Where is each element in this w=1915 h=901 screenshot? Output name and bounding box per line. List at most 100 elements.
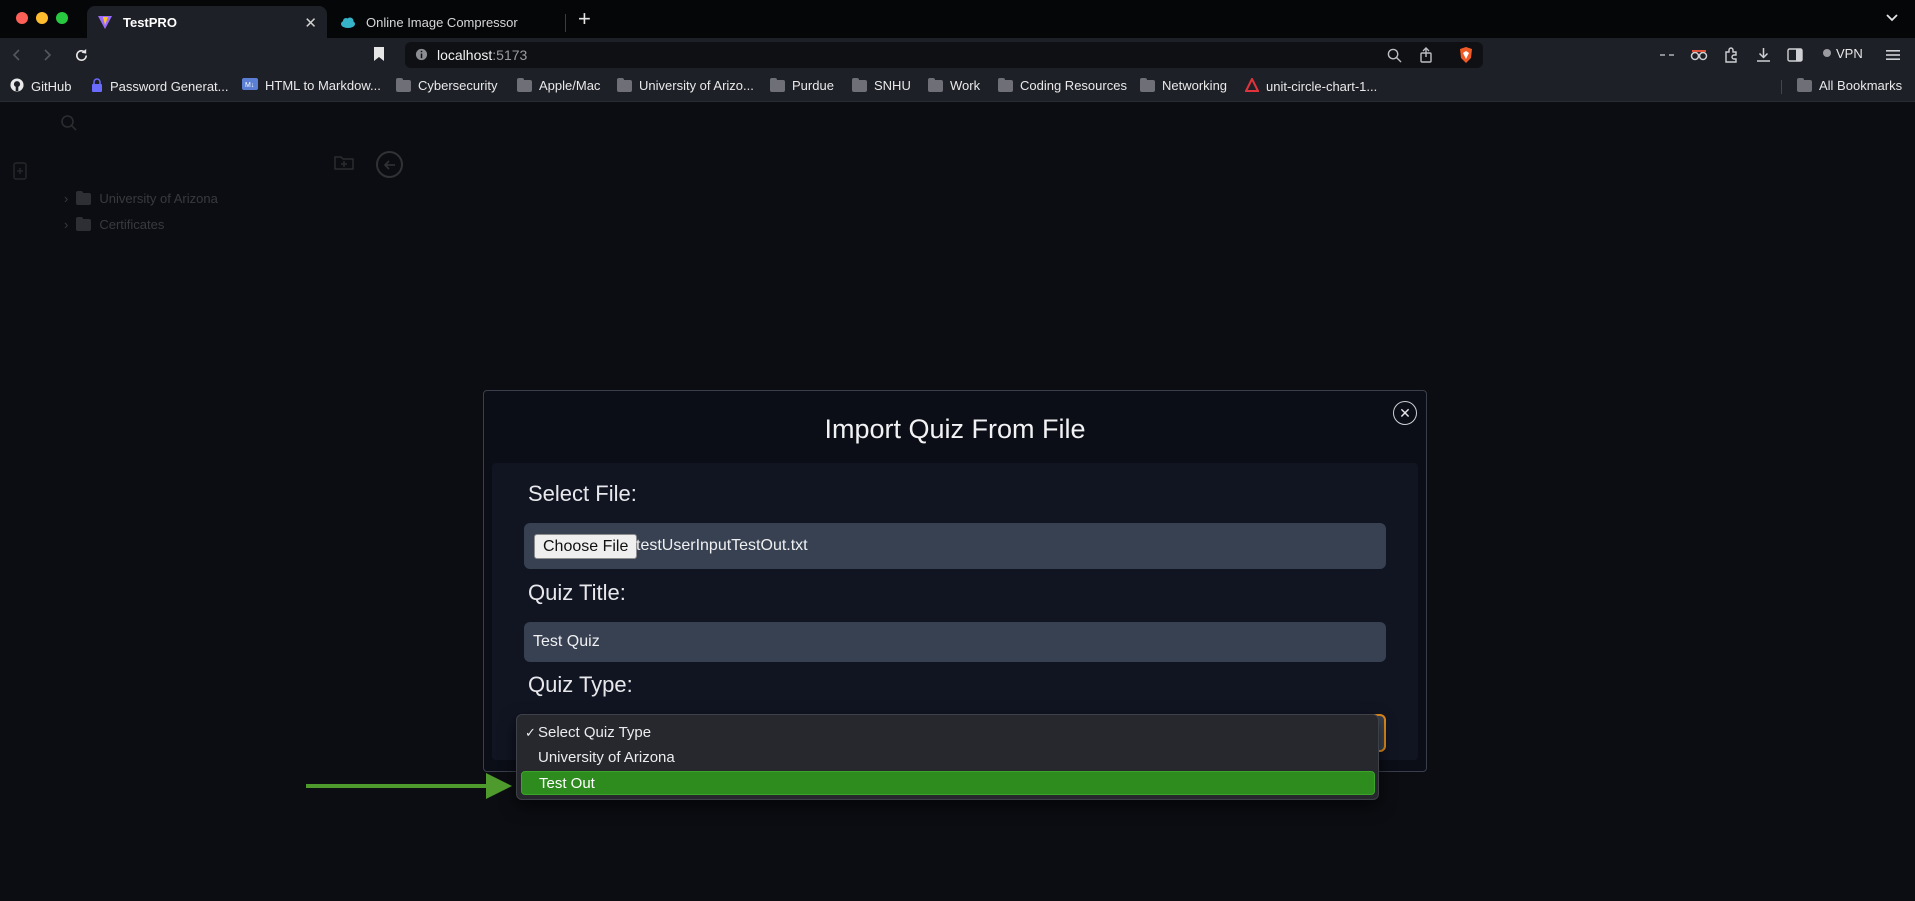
quiz-title-value: Test Quiz [533, 633, 600, 650]
bookmark-unit-circle-chart[interactable]: unit-circle-chart-1... [1244, 76, 1377, 95]
select-file-label: Select File: [528, 481, 637, 506]
tab-bar: TestPRO ✕ Online Image Compressor + [0, 0, 1915, 38]
vpn-button[interactable]: VPN [1822, 46, 1863, 61]
folder-icon [396, 77, 411, 92]
tab-title: Online Image Compressor [366, 14, 518, 30]
checkmark-icon: ✓ [525, 725, 536, 740]
download-icon[interactable] [1754, 46, 1772, 64]
quiz-type-label: Quiz Type: [528, 672, 633, 697]
reload-icon[interactable] [72, 46, 90, 64]
svg-text:M↓: M↓ [245, 82, 254, 89]
choose-file-button[interactable]: Choose File [534, 534, 638, 559]
new-folder-icon [334, 154, 354, 175]
bookmark-label: Networking [1162, 78, 1228, 93]
bookmark-purdue[interactable]: Purdue [770, 77, 834, 93]
bookmark-coding-resources[interactable]: Coding Resources [998, 77, 1127, 93]
folder-icon [852, 77, 867, 92]
extension-toggle-icon[interactable] [1658, 46, 1676, 64]
folder-icon [770, 77, 785, 92]
tree-item: › Certificates [64, 216, 165, 232]
tab-title: TestPRO [123, 14, 177, 30]
search-icon [60, 114, 78, 137]
folder-icon [1797, 77, 1812, 92]
tree-item-label: University of Arizona [99, 191, 218, 206]
menu-icon[interactable] [1884, 46, 1902, 64]
address-bar[interactable]: localhost:5173 [405, 42, 1483, 68]
github-icon [10, 78, 24, 95]
brave-shield-icon[interactable] [1457, 46, 1475, 64]
bookmarks-bar: GitHub Password Generat... M↓ HTML to Ma… [0, 72, 1915, 102]
bookmark-label: University of Arizo... [639, 78, 754, 93]
bookmark-label: Password Generat... [110, 79, 229, 94]
option-label: Test Out [539, 775, 595, 792]
forward-arrow-icon[interactable] [38, 46, 56, 64]
quiz-type-option-select[interactable]: ✓ Select Quiz Type [521, 721, 1375, 745]
document-icon [12, 162, 28, 185]
puzzle-extensions-icon[interactable] [1722, 46, 1740, 64]
folder-icon [998, 77, 1013, 92]
annotation-arrow-icon [486, 773, 512, 799]
back-circle-icon [376, 151, 403, 178]
glasses-icon[interactable] [1690, 46, 1708, 64]
url-text: localhost:5173 [437, 47, 528, 63]
zoom-icon[interactable] [1385, 46, 1403, 64]
tab-testpro[interactable]: TestPRO ✕ [87, 6, 327, 38]
new-tab-button[interactable]: + [578, 8, 591, 30]
bookmark-password-generator[interactable]: Password Generat... [91, 78, 229, 95]
close-tab-icon[interactable]: ✕ [304, 14, 317, 32]
vite-logo-icon [97, 14, 113, 30]
tree-item: › University of Arizona [64, 190, 218, 206]
chevron-down-icon[interactable] [1885, 10, 1899, 29]
back-arrow-icon[interactable] [8, 46, 26, 64]
bookmark-snhu[interactable]: SNHU [852, 77, 911, 93]
bookmark-html-to-markdown[interactable]: M↓ HTML to Markdow... [242, 78, 381, 93]
maximize-window-button[interactable] [56, 12, 68, 24]
bookmark-label: Apple/Mac [539, 78, 601, 93]
bookmark-label: Work [950, 78, 981, 93]
vpn-status-icon [1822, 46, 1832, 61]
sidebar-toggle-icon[interactable] [1786, 46, 1804, 64]
bookmark-label: Cybersecurity [418, 78, 498, 93]
share-icon[interactable] [1417, 46, 1435, 64]
site-info-icon[interactable] [415, 48, 428, 66]
cloud-icon [340, 14, 356, 30]
close-window-button[interactable] [16, 12, 28, 24]
markdown-icon: M↓ [242, 78, 258, 93]
modal-title: Import Quiz From File [824, 414, 1086, 444]
bookmark-label: Purdue [792, 78, 834, 93]
minimize-window-button[interactable] [36, 12, 48, 24]
bookmark-label: All Bookmarks [1819, 78, 1903, 93]
vpn-label: VPN [1836, 46, 1863, 61]
folder-icon [517, 77, 532, 92]
bookmark-page-icon[interactable] [372, 46, 386, 67]
bookmark-apple-mac[interactable]: Apple/Mac [517, 77, 601, 93]
selected-file-name: testUserInputTestOut.txt [636, 537, 808, 554]
folder-icon [1140, 77, 1155, 92]
all-bookmarks-button[interactable]: All Bookmarks [1797, 77, 1903, 93]
bookmark-label: Coding Resources [1020, 78, 1127, 93]
bookmark-label: HTML to Markdow... [265, 78, 381, 93]
quiz-type-option-university-of-arizona[interactable]: University of Arizona [521, 746, 1375, 770]
folder-icon [617, 77, 632, 92]
folder-icon [76, 216, 92, 231]
annotation-arrow-line [306, 784, 490, 788]
bookmark-cybersecurity[interactable]: Cybersecurity [396, 77, 498, 93]
option-label: Select Quiz Type [538, 724, 652, 741]
folder-icon [76, 190, 92, 205]
tab-separator [565, 14, 566, 32]
tab-image-compressor[interactable]: Online Image Compressor [330, 6, 566, 38]
pdf-icon [1244, 76, 1260, 95]
quiz-title-input[interactable] [524, 622, 1386, 662]
tree-item-label: Certificates [99, 217, 165, 232]
bookmark-work[interactable]: Work [928, 77, 981, 93]
bookmark-networking[interactable]: Networking [1140, 77, 1228, 93]
chevron-right-icon: › [64, 217, 69, 232]
lock-icon [91, 78, 103, 95]
quiz-type-option-test-out[interactable]: Test Out [521, 771, 1375, 795]
bookmark-github[interactable]: GitHub [10, 78, 71, 95]
bookmark-university-of-arizona[interactable]: University of Arizo... [617, 77, 754, 93]
folder-icon [928, 77, 943, 92]
bookmarks-separator [1781, 80, 1782, 94]
chevron-right-icon: › [64, 191, 69, 206]
quiz-title-label: Quiz Title: [528, 580, 626, 605]
